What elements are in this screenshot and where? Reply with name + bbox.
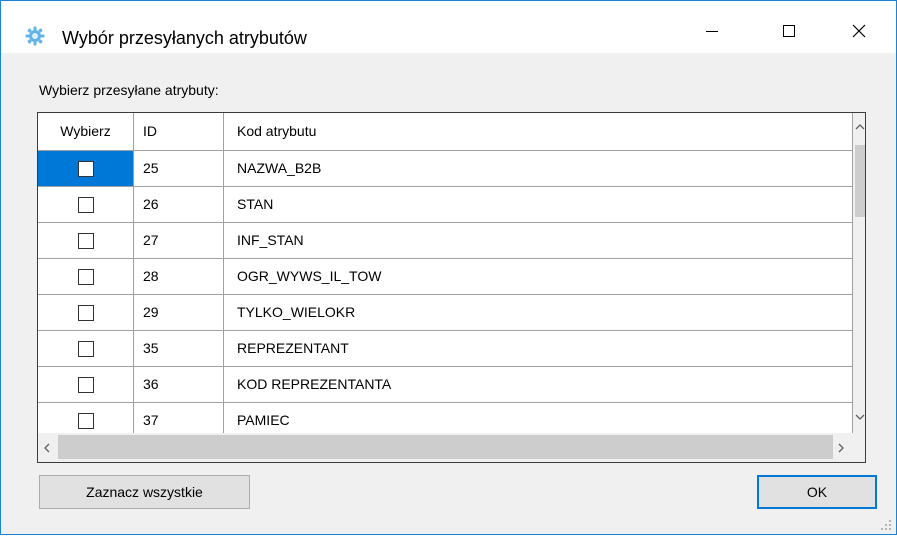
scroll-up-icon[interactable] [853, 121, 865, 135]
code-cell: STAN [224, 187, 853, 222]
column-header-id[interactable]: ID [134, 113, 224, 150]
select-cell[interactable] [38, 151, 134, 186]
select-cell[interactable] [38, 295, 134, 330]
scroll-left-icon[interactable] [41, 441, 53, 458]
minimize-button[interactable] [689, 15, 735, 47]
table-row[interactable]: 36 KOD REPREZENTANTA [38, 367, 853, 403]
dialog-window: Wybór przesyłanych atrybutów Wybierz prz… [0, 0, 897, 535]
scroll-right-icon[interactable] [835, 441, 847, 458]
column-header-select[interactable]: Wybierz [38, 113, 134, 150]
resize-grip-icon[interactable] [880, 518, 892, 530]
code-cell: PAMIEC [224, 403, 853, 433]
code-cell: INF_STAN [224, 223, 853, 258]
minimize-icon [704, 23, 720, 39]
select-all-button[interactable]: Zaznacz wszystkie [39, 475, 250, 509]
id-cell: 36 [134, 367, 224, 402]
maximize-button[interactable] [766, 15, 812, 47]
scrollbar-corner [853, 433, 865, 462]
table-row[interactable]: 25 NAZWA_B2B [38, 151, 853, 187]
row-checkbox[interactable] [77, 232, 94, 249]
row-checkbox[interactable] [77, 160, 94, 177]
grid-viewport: Wybierz ID Kod atrybutu 25 NAZWA_B2B 26 … [38, 113, 853, 433]
attributes-grid[interactable]: Wybierz ID Kod atrybutu 25 NAZWA_B2B 26 … [37, 112, 866, 463]
id-cell: 25 [134, 151, 224, 186]
table-row[interactable]: 28 OGR_WYWS_IL_TOW [38, 259, 853, 295]
table-row[interactable]: 27 INF_STAN [38, 223, 853, 259]
id-cell: 28 [134, 259, 224, 294]
window-title: Wybór przesyłanych atrybutów [62, 28, 307, 48]
table-row[interactable]: 35 REPREZENTANT [38, 331, 853, 367]
code-cell: KOD REPREZENTANTA [224, 367, 853, 402]
id-cell: 35 [134, 331, 224, 366]
row-checkbox[interactable] [77, 376, 94, 393]
row-checkbox[interactable] [77, 304, 94, 321]
app-gear-icon [25, 26, 45, 46]
column-header-code[interactable]: Kod atrybutu [224, 113, 853, 150]
select-cell[interactable] [38, 367, 134, 402]
select-cell[interactable] [38, 259, 134, 294]
close-icon [851, 23, 867, 39]
row-checkbox[interactable] [77, 196, 94, 213]
vertical-scroll-thumb[interactable] [855, 145, 865, 217]
table-row[interactable]: 29 TYLKO_WIELOKR [38, 295, 853, 331]
id-cell: 27 [134, 223, 224, 258]
grid-header: Wybierz ID Kod atrybutu [38, 113, 853, 151]
vertical-scrollbar[interactable] [853, 113, 865, 433]
table-row[interactable]: 26 STAN [38, 187, 853, 223]
ok-button[interactable]: OK [757, 475, 877, 509]
horizontal-scroll-thumb[interactable] [58, 435, 833, 459]
id-cell: 37 [134, 403, 224, 433]
select-cell[interactable] [38, 331, 134, 366]
code-cell: NAZWA_B2B [224, 151, 853, 186]
instruction-label: Wybierz przesyłane atrybuty: [39, 82, 219, 98]
id-cell: 26 [134, 187, 224, 222]
code-cell: OGR_WYWS_IL_TOW [224, 259, 853, 294]
row-checkbox[interactable] [77, 340, 94, 357]
code-cell: REPREZENTANT [224, 331, 853, 366]
close-button[interactable] [836, 15, 882, 47]
select-cell[interactable] [38, 403, 134, 433]
horizontal-scrollbar[interactable] [38, 433, 853, 462]
title-bar[interactable]: Wybór przesyłanych atrybutów [1, 1, 896, 53]
row-checkbox[interactable] [77, 412, 94, 429]
row-checkbox[interactable] [77, 268, 94, 285]
scroll-down-icon[interactable] [853, 411, 865, 425]
id-cell: 29 [134, 295, 224, 330]
select-cell[interactable] [38, 187, 134, 222]
table-row[interactable]: 37 PAMIEC [38, 403, 853, 433]
maximize-icon [781, 23, 797, 39]
code-cell: TYLKO_WIELOKR [224, 295, 853, 330]
select-cell[interactable] [38, 223, 134, 258]
